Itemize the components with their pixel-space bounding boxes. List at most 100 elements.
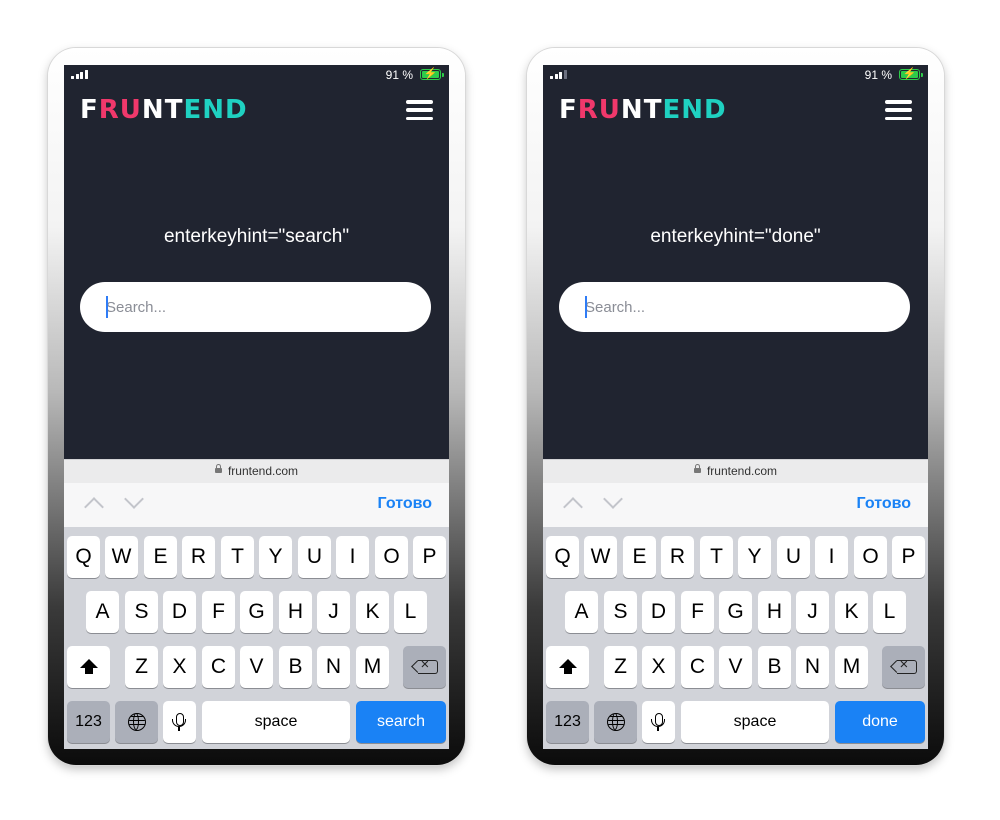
key-l[interactable]: L [873,591,906,633]
key-s[interactable]: S [604,591,637,633]
key-n[interactable]: N [317,646,350,688]
key-p[interactable]: P [892,536,925,578]
menu-icon[interactable] [406,100,433,120]
chevron-down-icon[interactable] [603,489,623,509]
mic-icon [171,712,186,731]
key-k[interactable]: K [356,591,389,633]
key-c[interactable]: C [202,646,235,688]
key-q[interactable]: Q [67,536,100,578]
key-m[interactable]: M [835,646,868,688]
mic-key[interactable] [163,701,196,743]
key-y[interactable]: Y [259,536,292,578]
key-i[interactable]: I [815,536,848,578]
enterkeyhint-label: enterkeyhint="done" [650,226,821,247]
space-key[interactable]: space [681,701,829,743]
key-o[interactable]: O [854,536,887,578]
key-e[interactable]: E [144,536,177,578]
key-t[interactable]: T [221,536,254,578]
key-m[interactable]: M [356,646,389,688]
done-button[interactable]: Готово [378,495,432,513]
logo-letter: F [80,95,99,125]
numbers-key[interactable]: 123 [67,701,110,743]
key-x[interactable]: X [642,646,675,688]
key-y[interactable]: Y [738,536,771,578]
globe-icon [127,713,146,731]
key-n[interactable]: N [796,646,829,688]
key-h[interactable]: H [279,591,312,633]
signal-icon [71,70,88,79]
numbers-key[interactable]: 123 [546,701,589,743]
chevron-down-icon[interactable] [124,489,144,509]
logo-letter: R [98,95,120,125]
key-g[interactable]: G [719,591,752,633]
shift-key[interactable] [67,646,110,688]
key-i[interactable]: I [336,536,369,578]
key-r[interactable]: R [661,536,694,578]
chevron-up-icon[interactable] [84,497,104,517]
logo-letter: T [643,95,663,125]
logo-letter: N [681,95,704,125]
key-e[interactable]: E [623,536,656,578]
globe-key[interactable] [115,701,158,743]
key-v[interactable]: V [719,646,752,688]
key-z[interactable]: Z [604,646,637,688]
status-bar: 91 % ⚡ [64,65,449,85]
key-b[interactable]: B [758,646,791,688]
chevron-up-icon[interactable] [563,497,583,517]
url-text: fruntend.com [706,464,778,478]
backspace-icon [896,656,917,674]
done-key[interactable]: done [835,701,925,743]
key-j[interactable]: J [317,591,350,633]
search-input[interactable] [80,282,431,332]
key-p[interactable]: P [413,536,446,578]
phone-screen: 91 % ⚡ FRUNTEND enterkeyhint="done" frun… [543,65,928,749]
key-r[interactable]: R [182,536,215,578]
logo[interactable]: FRUNTEND [80,95,248,125]
key-f[interactable]: F [202,591,235,633]
text-caret [585,296,587,318]
search-key[interactable]: search [356,701,446,743]
key-f[interactable]: F [681,591,714,633]
space-key[interactable]: space [202,701,350,743]
key-c[interactable]: C [681,646,714,688]
url-bar[interactable]: fruntend.com [543,459,928,483]
phone-frame-done: 91 % ⚡ FRUNTEND enterkeyhint="done" frun… [527,48,944,765]
logo-letter: R [577,95,599,125]
signal-icon [550,70,567,79]
key-x[interactable]: X [163,646,196,688]
menu-icon[interactable] [885,100,912,120]
key-b[interactable]: B [279,646,312,688]
key-s[interactable]: S [125,591,158,633]
key-u[interactable]: U [777,536,810,578]
enterkeyhint-label: enterkeyhint="search" [163,226,350,247]
backspace-key[interactable] [882,646,925,688]
key-w[interactable]: W [584,536,617,578]
key-j[interactable]: J [796,591,829,633]
key-g[interactable]: G [240,591,273,633]
logo[interactable]: FRUNTEND [559,95,727,125]
key-v[interactable]: V [240,646,273,688]
url-bar[interactable]: fruntend.com [64,459,449,483]
key-h[interactable]: H [758,591,791,633]
key-l[interactable]: L [394,591,427,633]
key-w[interactable]: W [105,536,138,578]
key-z[interactable]: Z [125,646,158,688]
key-q[interactable]: Q [546,536,579,578]
done-button[interactable]: Готово [857,495,911,513]
key-a[interactable]: A [86,591,119,633]
globe-key[interactable] [594,701,637,743]
key-o[interactable]: O [375,536,408,578]
key-k[interactable]: K [835,591,868,633]
key-u[interactable]: U [298,536,331,578]
key-t[interactable]: T [700,536,733,578]
backspace-key[interactable] [403,646,446,688]
logo-letter: U [598,95,621,125]
shift-key[interactable] [546,646,589,688]
key-d[interactable]: D [642,591,675,633]
key-a[interactable]: A [565,591,598,633]
key-d[interactable]: D [163,591,196,633]
globe-icon [606,713,625,731]
status-bar: 91 % ⚡ [543,65,928,85]
search-input[interactable] [559,282,910,332]
mic-key[interactable] [642,701,675,743]
